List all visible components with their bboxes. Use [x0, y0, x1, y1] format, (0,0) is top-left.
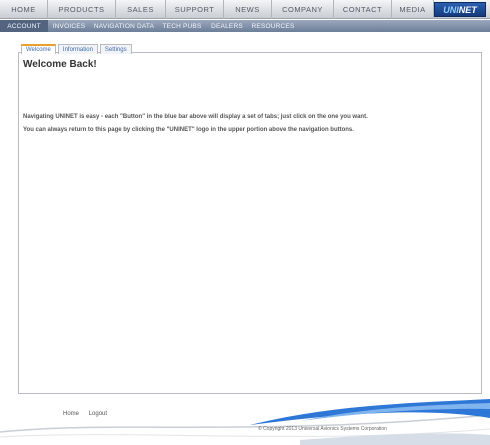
- logo-suffix: NET: [458, 4, 477, 15]
- subnav-tech-pubs[interactable]: TECH PUBS: [158, 20, 206, 32]
- nav-products[interactable]: PRODUCTS: [48, 0, 116, 19]
- intro-paragraph: Navigating UNINET is easy - each "Button…: [23, 114, 368, 120]
- tab-welcome[interactable]: Welcome: [21, 44, 56, 54]
- nav-contact[interactable]: CONTACT: [334, 0, 392, 19]
- nav-home[interactable]: HOME: [0, 0, 48, 19]
- nav-sales[interactable]: SALES: [116, 0, 166, 19]
- subnav-invoices[interactable]: INVOICES: [48, 20, 90, 32]
- nav-support[interactable]: SUPPORT: [166, 0, 224, 19]
- subnav-dealers[interactable]: DEALERS: [206, 20, 248, 32]
- uninet-logo[interactable]: UNI NET: [434, 2, 486, 17]
- subnav-resources[interactable]: RESOURCES: [248, 20, 298, 32]
- footer-links: Home Logout: [63, 411, 115, 417]
- help-paragraph: You can always return to this page by cl…: [23, 127, 354, 133]
- tab-settings[interactable]: Settings: [99, 44, 132, 54]
- tab-bar: Welcome Information Settings: [21, 44, 134, 54]
- logo-prefix: UNI: [443, 4, 459, 15]
- sub-navigation: ACCOUNT INVOICES NAVIGATION DATA TECH PU…: [0, 20, 490, 32]
- subnav-account[interactable]: ACCOUNT: [0, 20, 48, 32]
- tab-information[interactable]: Information: [57, 44, 98, 54]
- nav-news[interactable]: NEWS: [224, 0, 272, 19]
- content-panel: [18, 52, 482, 394]
- page-title: Welcome Back!: [23, 59, 97, 70]
- copyright-text: © Copyright 2013 Universal Avionics Syst…: [258, 426, 387, 432]
- subnav-navigation-data[interactable]: NAVIGATION DATA: [90, 20, 158, 32]
- nav-company[interactable]: COMPANY: [272, 0, 334, 19]
- footer-home-link[interactable]: Home: [63, 411, 79, 417]
- nav-media[interactable]: MEDIA: [392, 0, 434, 19]
- footer-logout-link[interactable]: Logout: [89, 411, 107, 417]
- top-navigation: HOME PRODUCTS SALES SUPPORT NEWS COMPANY…: [0, 0, 490, 19]
